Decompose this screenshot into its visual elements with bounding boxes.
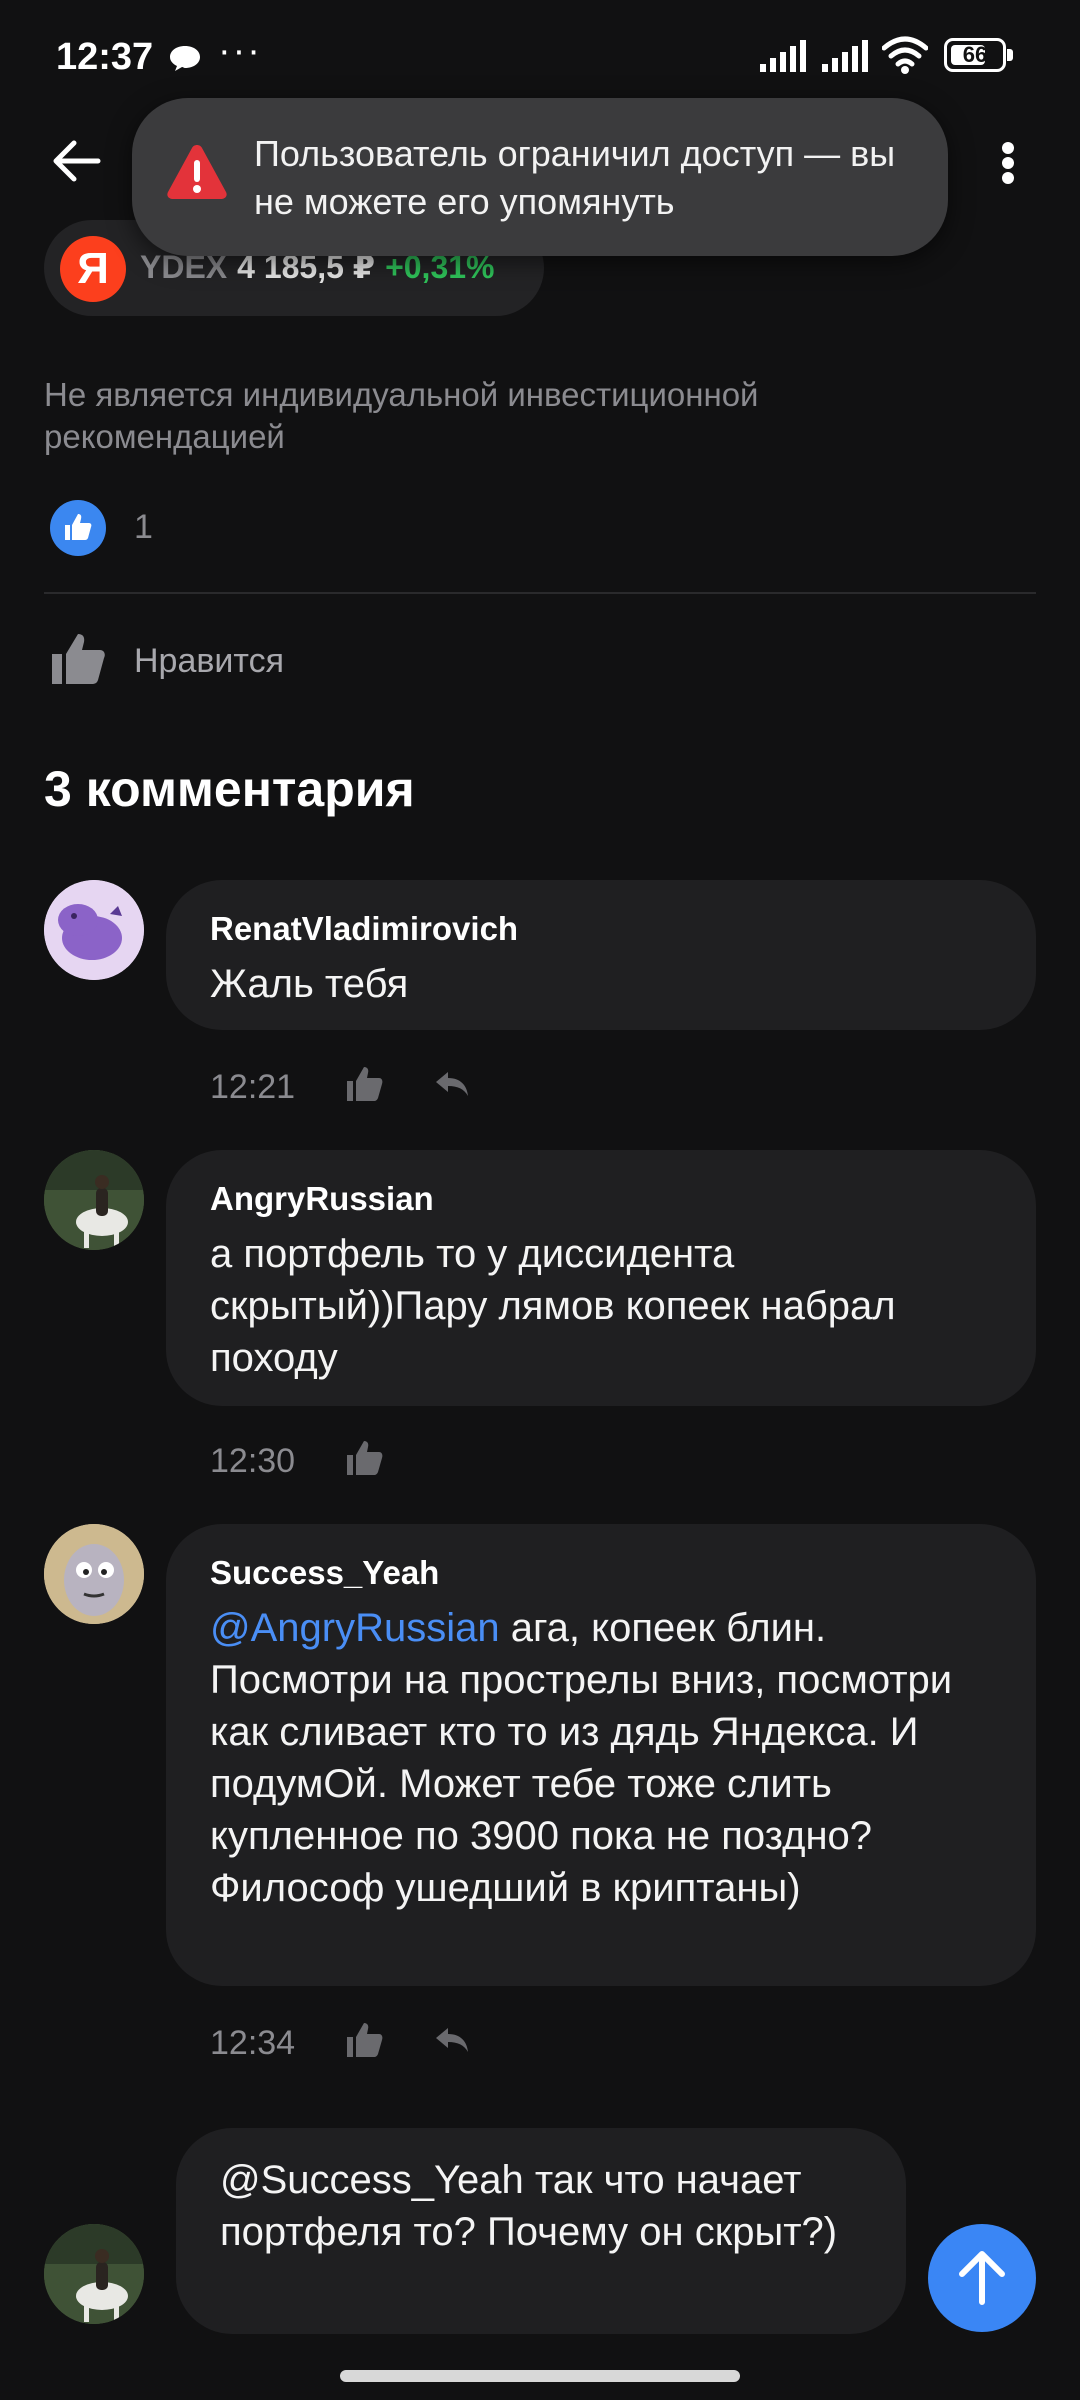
avatar[interactable] [44, 880, 144, 980]
comment-bubble[interactable]: AngryRussian а портфель то у диссидента … [166, 1150, 1036, 1406]
comment-author[interactable]: AngryRussian [210, 1180, 434, 1218]
comment-bubble[interactable]: RenatVladimirovich Жаль тебя [166, 880, 1036, 1030]
my-avatar[interactable] [44, 2224, 144, 2324]
comment-text: Жаль тебя [210, 962, 409, 1006]
like-reaction-badge[interactable] [50, 500, 106, 556]
comment-input[interactable]: @Success_Yeah так что начает портфеля то… [176, 2128, 906, 2334]
arrow-up-icon [959, 2251, 1005, 2305]
wifi-icon [882, 36, 928, 74]
comment-time: 12:34 [210, 2024, 296, 2062]
battery-icon: 66 [944, 38, 1014, 72]
signal-icon [822, 40, 868, 72]
comment-time: 12:30 [210, 1442, 296, 1480]
comments-title: 3 комментария [44, 761, 415, 817]
comment-input-text[interactable]: @Success_Yeah так что начает портфеля то… [220, 2154, 880, 2258]
battery-level: 66 [962, 42, 988, 67]
avatar[interactable] [44, 1524, 144, 1624]
character-avatar-icon [44, 1524, 144, 1624]
status-time: 12:37 [56, 36, 154, 78]
status-more-dots: ··· [218, 30, 262, 72]
like-button-label: Нравится [134, 642, 285, 680]
like-button[interactable]: Нравится [48, 628, 368, 696]
back-button[interactable] [44, 128, 110, 194]
capybara-avatar-icon [44, 880, 144, 980]
toast-message: Пользователь ограничил доступ — вы не мо… [254, 133, 896, 222]
reply-icon[interactable] [432, 1064, 472, 1104]
thumbs-up-icon [52, 634, 105, 684]
more-menu-button[interactable] [990, 130, 1026, 196]
comment-time: 12:21 [210, 1068, 296, 1106]
comment-text: а портфель то у диссидента скрытый))Пару… [210, 1232, 896, 1380]
yandex-logo: Я [60, 236, 126, 302]
chat-bubble-icon [170, 46, 200, 71]
comment-text-body: ага, копеек блин. Посмотри на прострелы … [210, 1606, 953, 1910]
warning-icon [167, 145, 227, 199]
disclaimer-text: Не является индивидуальной инвестиционно… [44, 376, 759, 455]
avatar[interactable] [44, 1150, 144, 1250]
divider [44, 592, 1036, 594]
comment-text: @AngryRussian ага, копеек блин. Посмотри… [210, 1602, 1000, 1914]
user-mention[interactable]: @AngryRussian [210, 1606, 500, 1650]
signal-icon [760, 40, 806, 72]
rider-avatar-icon [44, 1150, 144, 1250]
thumbs-up-icon[interactable] [344, 2020, 384, 2060]
comment-author[interactable]: Success_Yeah [210, 1554, 439, 1592]
comment-bubble[interactable]: Success_Yeah @AngryRussian ага, копеек б… [166, 1524, 1036, 1986]
thumbs-up-icon[interactable] [344, 1438, 384, 1478]
like-count: 1 [134, 508, 153, 546]
rider-avatar-icon [44, 2224, 144, 2324]
arrow-left-icon [53, 140, 101, 182]
thumbs-up-icon [65, 514, 92, 540]
reply-icon[interactable] [432, 2020, 472, 2060]
comment-author[interactable]: RenatVladimirovich [210, 910, 518, 948]
send-button[interactable] [928, 2224, 1036, 2332]
restriction-toast: Пользователь ограничил доступ — вы не мо… [132, 98, 948, 256]
more-vertical-icon [1002, 142, 1014, 154]
thumbs-up-icon[interactable] [344, 1064, 384, 1104]
home-indicator[interactable] [340, 2370, 740, 2382]
